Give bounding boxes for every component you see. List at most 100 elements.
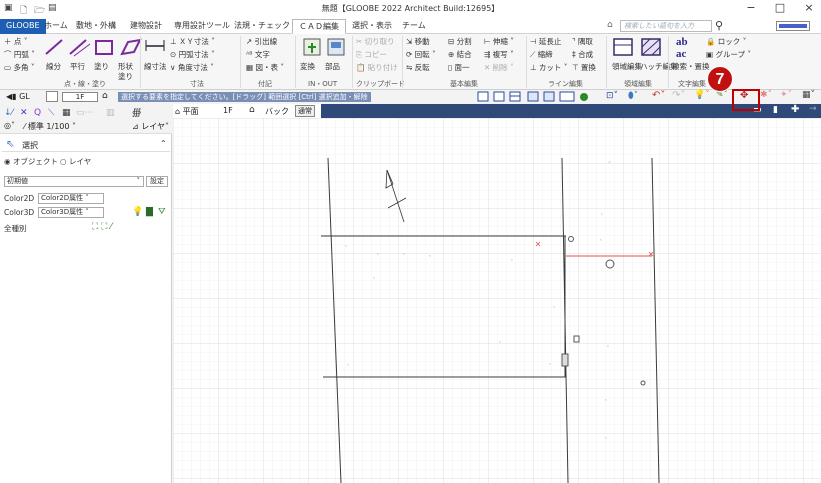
rotate-button[interactable]: ⟳ 回転 ˅ [406, 50, 436, 60]
group-button[interactable]: ▣ グループ ˅ [706, 50, 751, 60]
selection-filter-icons[interactable]: ↓⁄ ✕ Q ⟍ ▦ ▭⋯ ▥ ∰ [2, 105, 172, 117]
tab-home[interactable]: ホーム [38, 19, 74, 34]
search-icon[interactable]: ⚲ [715, 19, 723, 32]
view-toolbar-icons[interactable] [476, 91, 596, 103]
tab-building[interactable]: 建物設計 [124, 19, 168, 34]
text-search-icon[interactable]: ab ac [676, 36, 688, 60]
scale-selector[interactable]: ⁄ 標準 1/100 ˅ [24, 121, 76, 132]
color3d-select[interactable]: Color3D属性 ˅ [38, 207, 104, 218]
search-input[interactable]: 検索したい語句を入力 [620, 20, 712, 32]
line-dimension-button[interactable]: 線寸法 [144, 62, 167, 72]
view-next-icon[interactable]: → [809, 104, 817, 114]
home-icon[interactable]: ⌂ [607, 20, 613, 30]
segment-button[interactable]: 線分 [46, 62, 61, 72]
drawing-canvas[interactable]: ⸱ⁿ ⁿ ⁿ ⁿ ⁿ ⁿ ⁿ ⁿ ⁿ ⁿ ⁿ ⁿ ⁿ ⁿ ⁿ ⁿ [173, 118, 821, 483]
stretch-button[interactable]: ⊢ 伸縮 ˅ [484, 37, 514, 47]
floor-down-button[interactable] [46, 91, 58, 102]
floor-selector[interactable]: 1F [62, 92, 98, 102]
line-cut-button[interactable]: ⊥ カット ˅ [530, 63, 568, 73]
parts-button[interactable]: 部品 [325, 62, 340, 72]
collapse-icon[interactable]: ⌃ [160, 139, 167, 148]
flush-button[interactable]: ▯ 面一 [448, 63, 470, 73]
redo-icon[interactable]: ↷˅ [672, 90, 685, 101]
minimize-button[interactable]: − [739, 1, 763, 14]
maximize-button[interactable]: □ [768, 1, 792, 14]
point-button[interactable]: ＋ 点 ˅ [4, 37, 28, 47]
settings-button[interactable]: 設定 [146, 176, 168, 187]
paste-button[interactable]: 📋 貼り付け [356, 63, 398, 73]
tab-special-tools[interactable]: 専用設計ツール [168, 19, 236, 34]
parallel-button[interactable]: 平行 [70, 62, 85, 72]
merge-button[interactable]: ‡ 合成 [572, 50, 593, 60]
angle-dimension-button[interactable]: ∨ 角度寸法 ˅ [170, 63, 214, 73]
undo-icon[interactable]: ↶˅ [652, 90, 665, 101]
snap2-icon[interactable]: ✦˅ [780, 90, 792, 100]
xy-dimension-button[interactable]: ⊥ ＸＹ寸法 ˅ [170, 37, 215, 47]
convert-parts-icons[interactable] [302, 37, 348, 57]
radio-layer[interactable]: ○ レイヤ [60, 156, 91, 167]
offset-button[interactable]: ⟋ 縮締 [530, 50, 553, 60]
replace-button[interactable]: ⊤ 置換 [572, 63, 596, 73]
mirror-button[interactable]: ⇋ 反転 [406, 63, 430, 73]
view-add-icon[interactable]: ✚ [791, 104, 799, 115]
extend-button[interactable]: ⊣ 延長止 [530, 37, 561, 47]
arc-dimension-button[interactable]: ⊙ 円弧寸法 ˅ [170, 50, 215, 60]
cut-button[interactable]: ✂ 切り取り [356, 37, 395, 47]
delete-button[interactable]: ✕ 削除 ˅ [484, 63, 514, 73]
preset-select[interactable]: 初期値 ˅ [4, 176, 144, 187]
tab-regulation[interactable]: 法規・チェック [228, 19, 296, 34]
lock-button[interactable]: 🔒 ロック ˅ [706, 37, 746, 47]
floor-plan-drawing[interactable]: ⸱ⁿ ⁿ ⁿ ⁿ ⁿ ⁿ ⁿ ⁿ ⁿ ⁿ ⁿ ⁿ ⁿ ⁿ ⁿ ⁿ [173, 118, 821, 483]
arc-button[interactable]: ⌒ 円弧 ˅ [4, 50, 35, 60]
grid-menu-icon[interactable]: ▦˅ [802, 90, 815, 100]
tab-plan[interactable]: ⌂ 平面 [175, 106, 199, 117]
area-group-label: 領域編集 [624, 80, 652, 88]
figure-table-button[interactable]: ▦ 図・表 ˅ [246, 63, 284, 73]
text-edit-group-label: 文字編集 [678, 80, 706, 88]
paint-icon[interactable]: ⬮˅ [628, 91, 638, 101]
tab-team[interactable]: チーム [396, 19, 432, 34]
title-bar: ▣ 🗋 🗁 ▤ 無題【GLOOBE 2022 Architect Build:1… [0, 0, 821, 18]
close-button[interactable]: × [797, 1, 821, 14]
tab-cad-edit[interactable]: ＣＡＤ編集 [292, 19, 346, 34]
polygon-button[interactable]: ▭ 多角 ˅ [4, 63, 35, 73]
move-button[interactable]: ⇲ 移動 [406, 37, 430, 47]
tab-view-floor[interactable]: 1F [223, 106, 233, 115]
area-edit-button[interactable]: 領域編集 [612, 62, 642, 72]
gl-level-icon[interactable]: ◀▮ GL [6, 92, 30, 101]
line-dimension-icon[interactable] [144, 38, 166, 52]
tab-normal[interactable]: 通常 [295, 105, 315, 117]
join-button[interactable]: ⊕ 結合 [448, 50, 472, 60]
radio-object[interactable]: ◉ オブジェクト [4, 156, 58, 167]
type-filter-icon[interactable]: ⛶ ⛶ ⁄ [92, 222, 112, 232]
copy-button[interactable]: ⎘ コピー [356, 50, 387, 60]
color2d-select[interactable]: Color2D属性 ˅ [38, 193, 104, 204]
view-mode-icon[interactable]: ◎˅ [4, 121, 15, 130]
filter-icon[interactable]: ⛛ [158, 207, 166, 217]
tab-select-view[interactable]: 選択・表示 [346, 19, 398, 34]
shape-fill-button[interactable]: 形状 塗り [118, 62, 133, 82]
view-floor-icon[interactable]: ⌂ [249, 105, 255, 115]
multi-copy-button[interactable]: ⇶ 複写 ˅ [484, 50, 514, 60]
text-button[interactable]: ᴬᴮ 文字 [246, 50, 270, 60]
tab-site[interactable]: 敷地・外構 [70, 19, 122, 34]
display-settings-icon[interactable]: ⊡˅ [606, 91, 618, 101]
monitor-icon[interactable]: ▇ [146, 207, 153, 217]
tab-back[interactable]: バック [265, 106, 289, 117]
lightbulb-icon[interactable]: 💡˅ [694, 90, 710, 100]
select-panel-header[interactable]: ⇖ 選択 ⌃ [2, 138, 170, 152]
floor-plan-icon[interactable]: ⌂ [102, 91, 108, 101]
svg-text:Q: Q [34, 108, 41, 117]
split-button[interactable]: ⊟ 分割 [448, 37, 472, 47]
view-restore-icon[interactable]: ▮ [773, 105, 778, 115]
leader-button[interactable]: ↗ 引出線 [246, 37, 277, 47]
area-hatch-icons[interactable] [612, 37, 668, 59]
chamfer-button[interactable]: ⌝ 隅取 [572, 37, 593, 47]
text-search-button[interactable]: 検索・置換 [672, 62, 710, 72]
light-icon[interactable]: 💡 [132, 207, 143, 217]
fill-button[interactable]: 塗り [94, 62, 109, 72]
snap-icon[interactable]: ✱˅ [760, 90, 772, 100]
window-title: 無題【GLOOBE 2022 Architect Build:12695】 [321, 4, 500, 13]
convert-button[interactable]: 変換 [300, 62, 315, 72]
layer-selector[interactable]: ⊿ レイヤ˅ [132, 121, 169, 132]
